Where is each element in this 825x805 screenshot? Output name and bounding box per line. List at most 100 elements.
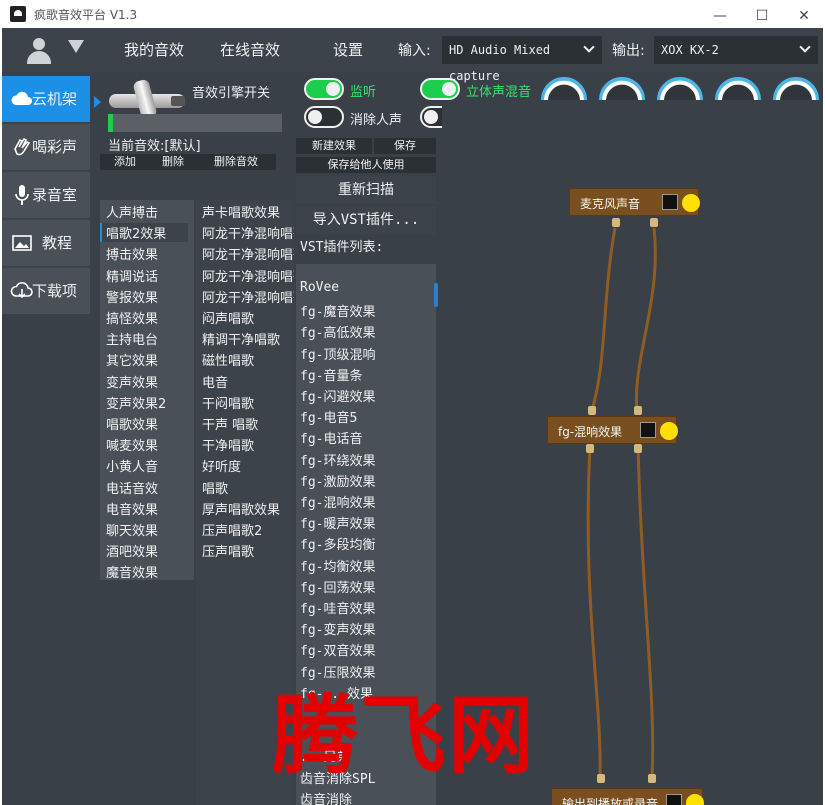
- sidebar-item-downloads[interactable]: 下载项: [2, 268, 90, 314]
- category-list-item[interactable]: 电音效果: [106, 499, 194, 518]
- avatar[interactable]: [24, 36, 54, 66]
- sidebar-item-cheers[interactable]: 喝彩声: [2, 124, 90, 170]
- preset-list-item[interactable]: 阿龙干净混响唱歌4: [202, 223, 294, 242]
- category-list-item[interactable]: 聊天效果: [106, 520, 194, 539]
- remove-vocal-toggle[interactable]: [304, 106, 344, 128]
- preset-list-item[interactable]: 电音: [202, 372, 294, 391]
- delete-category-button[interactable]: 删除: [150, 154, 196, 170]
- vst-plugin-item[interactable]: fg-环绕效果: [300, 450, 436, 469]
- input-pin[interactable]: [588, 406, 596, 415]
- mixer-icon[interactable]: [666, 794, 682, 805]
- save-button[interactable]: 保存: [374, 138, 436, 154]
- vst-plugin-item[interactable]: fg-哇音效果: [300, 598, 436, 617]
- category-list-item[interactable]: 电话音效: [106, 478, 194, 497]
- vst-plugin-item[interactable]: fg-电话音: [300, 428, 436, 447]
- preset-list-item[interactable]: 阿龙干净混响唱歌2: [202, 244, 294, 263]
- vst-plugin-item[interactable]: fg-双音效果: [300, 640, 436, 659]
- stereo-mix-toggle[interactable]: [420, 78, 460, 100]
- vst-plugin-item[interactable]: fg-魔音效果: [300, 301, 436, 320]
- save-for-others-button[interactable]: 保存给他人使用: [296, 157, 436, 173]
- tab-online-effects[interactable]: 在线音效: [204, 34, 296, 66]
- preset-list-item[interactable]: 压声唱歌: [202, 541, 294, 560]
- graph-node-reverb[interactable]: fg-混响效果: [547, 416, 678, 444]
- vst-plugin-item[interactable]: fg-变声效果: [300, 619, 436, 638]
- graph-node-mic[interactable]: 麦克风声音: [569, 188, 700, 216]
- vst-plugin-item[interactable]: 齿音消除: [300, 789, 436, 805]
- preset-list-item[interactable]: 压声唱歌2: [202, 520, 294, 539]
- vst-plugin-item[interactable]: fg-压限效果: [300, 662, 436, 681]
- preset-list-item[interactable]: 厚声唱歌效果: [202, 499, 294, 518]
- vst-plugin-item[interactable]: fg-高低效果: [300, 322, 436, 341]
- preset-list-item[interactable]: 磁性唱歌: [202, 350, 294, 369]
- preset-list-item[interactable]: 阿龙干净混响唱歌3: [202, 266, 294, 285]
- vst-plugin-item[interactable]: fg-激励效果: [300, 471, 436, 490]
- input-pin[interactable]: [634, 406, 642, 415]
- sidebar-item-tutorial[interactable]: 教程: [2, 220, 90, 266]
- rescan-button[interactable]: 重新扫描: [296, 176, 436, 204]
- preset-list-item[interactable]: 好听度: [202, 456, 294, 475]
- category-list-item[interactable]: 人声搏击: [106, 202, 194, 221]
- preset-list-item[interactable]: 闷声唱歌: [202, 308, 294, 327]
- input-pin[interactable]: [597, 774, 605, 783]
- output-pin[interactable]: [612, 218, 620, 227]
- vst-plugin-item[interactable]: RoVee: [300, 280, 436, 295]
- input-device-select[interactable]: HD Audio Mixed capture: [442, 36, 602, 83]
- add-effect-button[interactable]: 添加: [100, 154, 150, 170]
- vst-plugin-item[interactable]: fg-闪避效果: [300, 386, 436, 405]
- category-list-item[interactable]: 搏击效果: [106, 244, 194, 263]
- preset-list-item[interactable]: 干声 唱歌: [202, 414, 294, 433]
- output-pin[interactable]: [634, 444, 642, 453]
- delete-effect-button[interactable]: 删除音效: [196, 154, 276, 170]
- category-list-item[interactable]: 精调说话: [106, 266, 194, 285]
- preset-list-item[interactable]: 阿龙干净混响唱歌1: [202, 287, 294, 306]
- vst-plugin-item[interactable]: fg-回荡效果: [300, 577, 436, 596]
- preset-list-item[interactable]: 干闷唱歌: [202, 393, 294, 412]
- preset-list-item[interactable]: 精调干净唱歌: [202, 329, 294, 348]
- vst-plugin-item[interactable]: fg-混响效果: [300, 492, 436, 511]
- tab-my-effects[interactable]: 我的音效: [104, 34, 204, 66]
- category-list-item[interactable]: 小黄人音: [106, 456, 194, 475]
- status-led-icon[interactable]: [660, 422, 678, 440]
- tab-settings[interactable]: 设置: [308, 34, 388, 66]
- output-device-select[interactable]: XOX KX-2: [654, 36, 818, 64]
- category-list-item[interactable]: 唱歌2效果: [100, 223, 188, 243]
- account-dropdown-icon[interactable]: [68, 40, 84, 53]
- output-pin[interactable]: [650, 218, 658, 227]
- status-led-icon[interactable]: [682, 194, 700, 212]
- vst-plugin-item[interactable]: fg-暖声效果: [300, 513, 436, 532]
- preset-list-item[interactable]: 干净唱歌: [202, 435, 294, 454]
- close-button[interactable]: ✕: [794, 6, 814, 26]
- vst-plugin-item[interactable]: fg-顶级混响: [300, 344, 436, 363]
- category-list-item[interactable]: 主持电台: [106, 329, 194, 348]
- vst-plugin-item[interactable]: fg-多段均衡: [300, 534, 436, 553]
- vst-plugin-item[interactable]: fg-电音5: [300, 407, 436, 426]
- vst-plugin-item[interactable]: fg-均衡效果: [300, 556, 436, 575]
- sidebar-item-cloud-rack[interactable]: 云机架: [2, 76, 90, 122]
- category-list-item[interactable]: 魔音效果: [106, 562, 194, 581]
- new-effect-button[interactable]: 新建效果: [296, 138, 372, 154]
- category-list-item[interactable]: 变声效果2: [106, 393, 194, 412]
- mixer-icon[interactable]: [640, 422, 656, 438]
- category-list-item[interactable]: 警报效果: [106, 287, 194, 306]
- category-list-item[interactable]: 其它效果: [106, 350, 194, 369]
- graph-node-output[interactable]: 输出到播放或录音: [551, 788, 704, 805]
- minimize-button[interactable]: —: [710, 6, 730, 26]
- sidebar-item-studio[interactable]: 录音室: [2, 172, 90, 218]
- category-list-item[interactable]: 变声效果: [106, 372, 194, 391]
- status-led-icon[interactable]: [686, 794, 704, 805]
- category-list-item[interactable]: 酒吧效果: [106, 541, 194, 560]
- wire-mic-to-reverb-left: [590, 227, 617, 411]
- output-pin[interactable]: [586, 444, 594, 453]
- category-list-item[interactable]: 唱歌效果: [106, 414, 194, 433]
- vst-plugin-item[interactable]: fg-音量条: [300, 365, 436, 384]
- category-list-item[interactable]: 喊麦效果: [106, 435, 194, 454]
- monitor-toggle[interactable]: [304, 78, 344, 100]
- category-list-item[interactable]: 搞怪效果: [106, 308, 194, 327]
- import-vst-button[interactable]: 导入VST插件...: [296, 206, 436, 234]
- maximize-button[interactable]: ☐: [752, 6, 772, 26]
- preset-list-item[interactable]: 声卡唱歌效果: [202, 202, 294, 221]
- vst-list-scrollbar[interactable]: [434, 283, 438, 307]
- preset-list-item[interactable]: 唱歌: [202, 478, 294, 497]
- mixer-icon[interactable]: [662, 194, 678, 210]
- input-pin[interactable]: [648, 774, 656, 783]
